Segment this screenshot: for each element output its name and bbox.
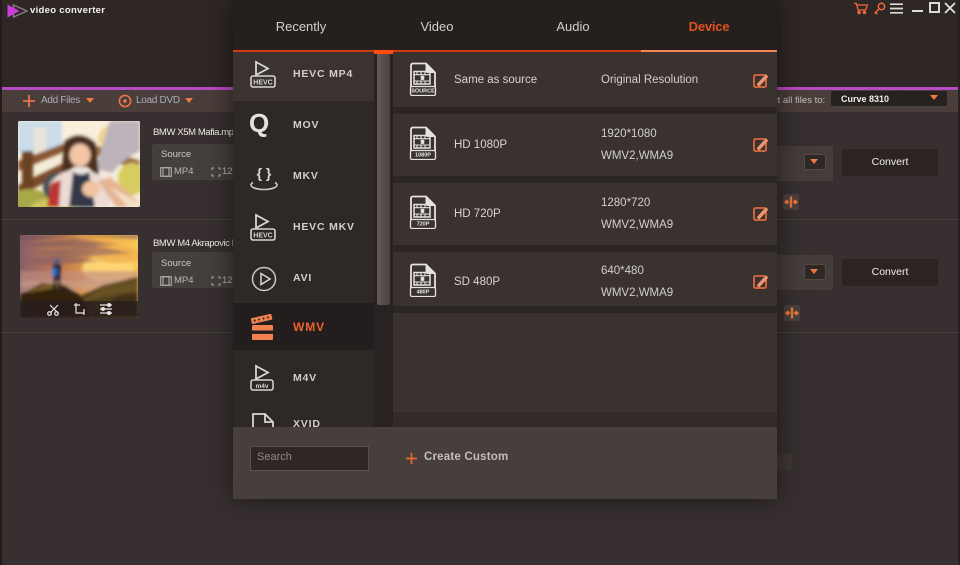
svg-text:m4v: m4v	[255, 383, 268, 390]
svg-text:{ }: { }	[257, 165, 272, 181]
svg-text:480P: 480P	[417, 290, 430, 296]
svg-text:1080P: 1080P	[415, 153, 431, 159]
svg-text:HEVC: HEVC	[253, 233, 272, 240]
svg-text:720P: 720P	[417, 222, 430, 228]
svg-text:SOURCE: SOURCE	[411, 89, 435, 95]
svg-text:HEVC: HEVC	[253, 80, 272, 87]
